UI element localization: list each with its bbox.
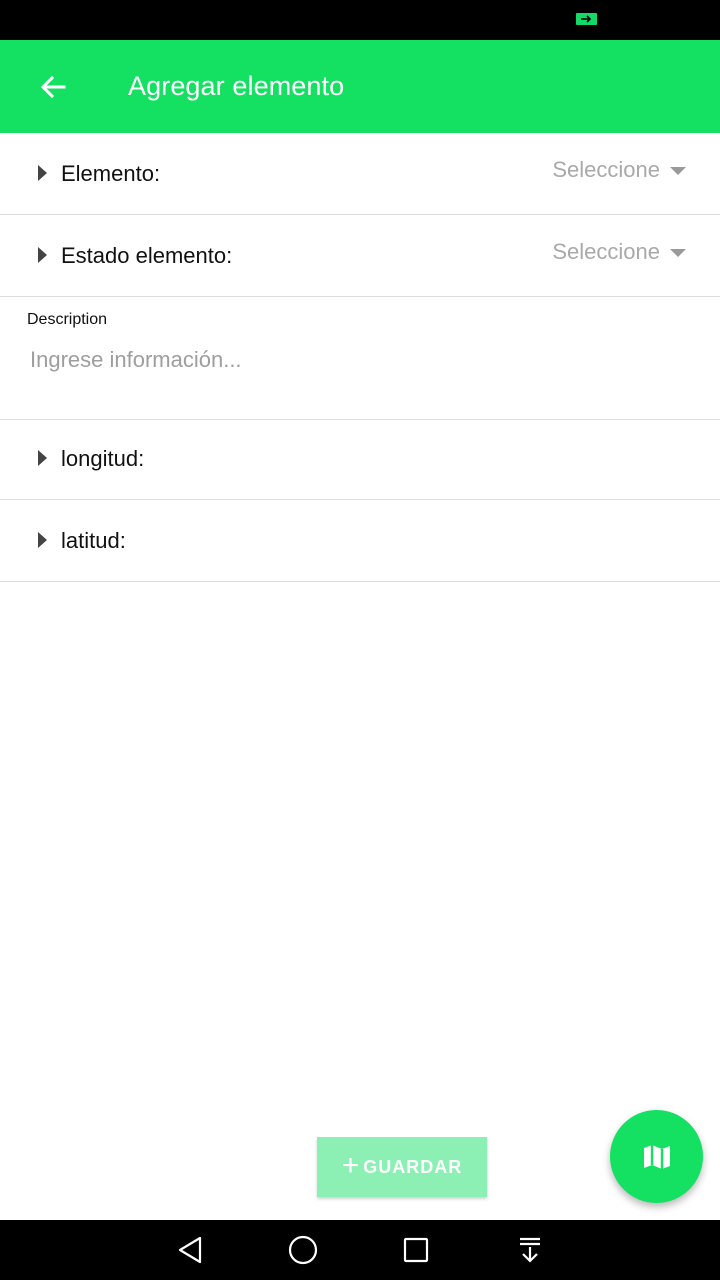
arrow-left-icon: [40, 75, 66, 99]
square-recents-icon: [403, 1237, 429, 1263]
estado-elemento-select-value: Seleccione: [552, 239, 660, 264]
description-label: Description: [27, 311, 108, 328]
latitud-label: latitud:: [61, 528, 126, 553]
nav-home-button[interactable]: [285, 1232, 321, 1268]
caret-down-icon: [670, 249, 686, 257]
circle-home-icon: [288, 1235, 318, 1265]
nav-recents-button[interactable]: [398, 1232, 434, 1268]
elemento-label: Elemento:: [61, 161, 161, 186]
estado-elemento-label: Estado elemento:: [61, 243, 233, 268]
caret-right-icon: [38, 450, 47, 466]
back-button[interactable]: [28, 62, 78, 112]
status-bar: [0, 0, 720, 40]
elemento-select[interactable]: Seleccione: [552, 157, 686, 183]
caret-right-icon: [38, 532, 47, 548]
estado-elemento-select[interactable]: Seleccione: [552, 239, 686, 265]
save-button-label: GUARDAR: [363, 1156, 463, 1177]
latitud-row[interactable]: latitud:: [0, 500, 720, 582]
app-bar: Agregar elemento: [0, 40, 720, 133]
caret-right-icon: [38, 247, 47, 263]
longitud-row[interactable]: longitud:: [0, 418, 720, 500]
pull-down-icon: [520, 1237, 540, 1263]
nav-notifications-button[interactable]: [512, 1232, 548, 1268]
nav-back-button[interactable]: [172, 1232, 208, 1268]
plus-icon: +: [341, 1149, 360, 1182]
estado-elemento-row[interactable]: Estado elemento: Seleccione: [0, 215, 720, 297]
description-row: Description: [0, 297, 720, 420]
triangle-back-icon: [178, 1236, 202, 1264]
battery-icon: [576, 13, 597, 25]
caret-down-icon: [670, 167, 686, 175]
caret-right-icon: [38, 165, 47, 181]
map-icon: [643, 1144, 670, 1169]
save-button[interactable]: + GUARDAR: [317, 1137, 487, 1197]
page-title: Agregar elemento: [128, 71, 345, 101]
elemento-select-value: Seleccione: [552, 157, 660, 182]
description-input[interactable]: [24, 343, 694, 403]
map-fab-button[interactable]: [610, 1110, 703, 1203]
navigation-bar: [0, 1220, 720, 1280]
elemento-row[interactable]: Elemento: Seleccione: [0, 133, 720, 215]
longitud-label: longitud:: [61, 446, 145, 471]
